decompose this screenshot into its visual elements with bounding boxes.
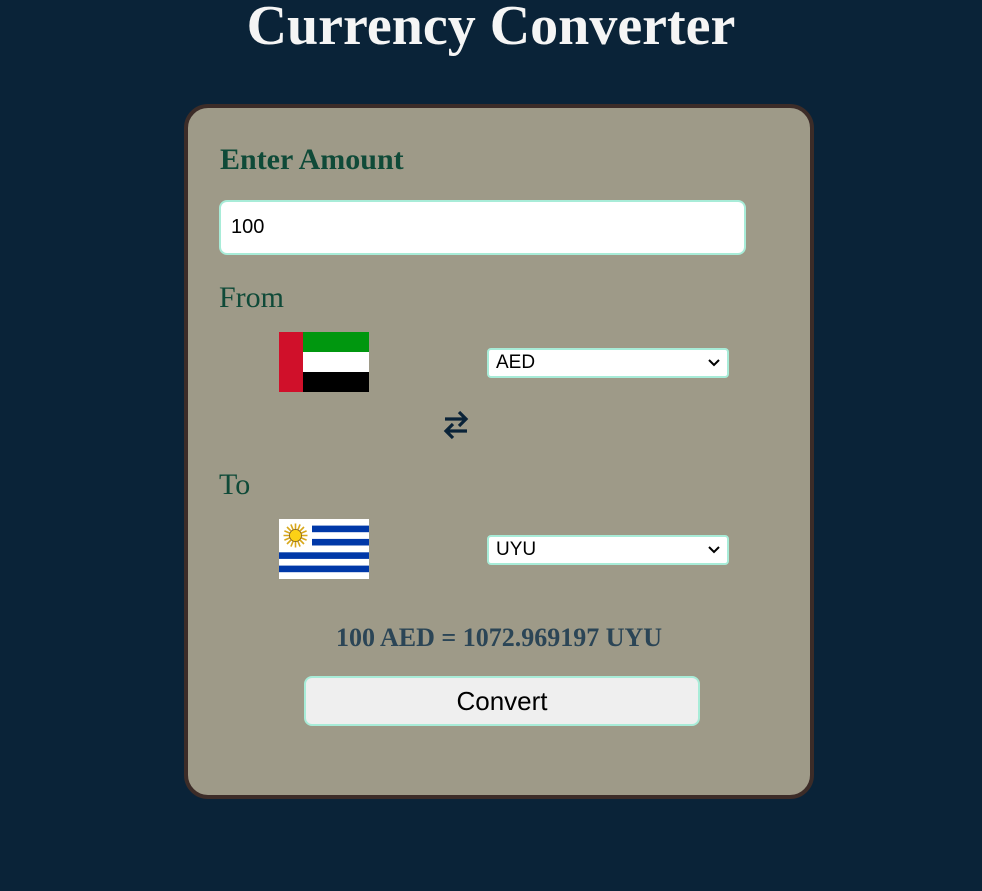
from-label: From (219, 281, 285, 314)
to-label: To (219, 468, 251, 501)
conversion-result: 100 AED = 1072.969197 UYU (335, 623, 663, 652)
uae-flag-icon (279, 332, 369, 392)
uruguay-flag-icon (279, 519, 369, 579)
amount-heading: Enter Amount (220, 143, 404, 176)
chevron-down-icon (708, 359, 720, 367)
page-title: Currency Converter (246, 0, 736, 57)
chevron-down-icon (708, 546, 720, 554)
converter-card: Enter Amount From AED To (184, 104, 814, 799)
convert-button[interactable]: Convert (304, 676, 700, 726)
amount-input[interactable] (219, 200, 746, 255)
to-currency-select[interactable]: UYU (487, 535, 729, 565)
from-currency-value: AED (496, 352, 536, 373)
from-currency-select[interactable]: AED (487, 348, 729, 378)
swap-arrows-icon[interactable] (440, 408, 472, 442)
to-currency-value: UYU (496, 539, 537, 560)
